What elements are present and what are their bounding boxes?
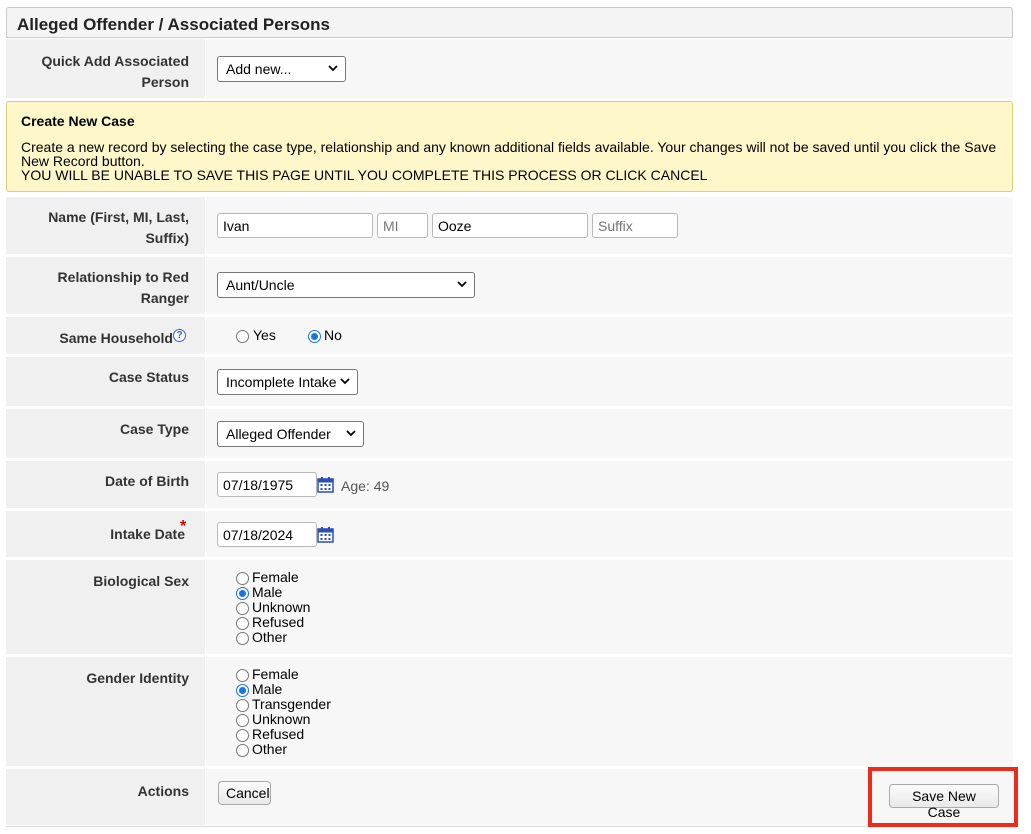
bottom-divider [6, 826, 1013, 827]
row-household: Same Household ? Yes No [6, 317, 1013, 355]
intake-date-input[interactable] [217, 522, 317, 547]
gender-option-label: Male [252, 681, 283, 697]
name-label: Name (First, MI, Last, Suffix) [48, 209, 189, 246]
required-marker: * [180, 518, 187, 535]
intake-label: Intake Date [110, 526, 185, 542]
question-circle-icon[interactable]: ? [173, 329, 186, 342]
gender-option-label: Refused [252, 726, 305, 742]
create-case-alert: Create New Case Create a new record by s… [6, 101, 1013, 192]
chevron-down-icon [346, 430, 356, 437]
row-case-status: Case Status Incomplete Intake [6, 357, 1013, 407]
chevron-down-icon [340, 378, 350, 385]
chevron-down-icon [328, 65, 338, 72]
row-name: Name (First, MI, Last, Suffix) [6, 197, 1013, 255]
row-actions: Actions Cancel Save New Case [6, 769, 1013, 826]
suffix-input[interactable] [592, 213, 678, 238]
row-case-type: Case Type Alleged Offender [6, 409, 1013, 459]
gender-option-label: Other [252, 741, 288, 757]
household-yes-label: Yes [253, 327, 276, 343]
panel-title: Alleged Offender / Associated Persons [17, 15, 331, 34]
gender-option-label: Female [252, 666, 299, 682]
highlight-box [868, 767, 1018, 827]
calendar-icon[interactable] [317, 476, 334, 493]
relationship-select[interactable]: Aunt/Uncle [217, 272, 475, 298]
first-name-input[interactable] [217, 213, 373, 238]
case-status-label: Case Status [108, 369, 189, 385]
gender-refused-radio[interactable] [236, 729, 249, 742]
bio-sex-refused-radio[interactable] [236, 617, 249, 630]
bio-sex-option-label: Female [252, 569, 299, 585]
calendar-icon[interactable] [317, 526, 334, 543]
quick-add-select[interactable]: Add new... [217, 56, 346, 82]
bio-sex-option-label: Male [252, 584, 283, 600]
case-status-select[interactable]: Incomplete Intake [217, 369, 358, 395]
bio-sex-unknown-radio[interactable] [236, 602, 249, 615]
alert-message: Create a new record by selecting the cas… [21, 139, 997, 169]
row-relationship: Relationship to Red Ranger Aunt/Uncle [6, 257, 1013, 315]
gender-unknown-radio[interactable] [236, 714, 249, 727]
gender-label: Gender Identity [86, 670, 189, 686]
gender-option-label: Transgender [252, 696, 331, 712]
middle-initial-input[interactable] [377, 213, 428, 238]
bio-sex-option-label: Unknown [252, 599, 311, 615]
alert-warning: YOU WILL BE UNABLE TO SAVE THIS PAGE UNT… [21, 167, 708, 183]
relationship-label: Relationship to Red Ranger [57, 269, 189, 306]
gender-male-radio[interactable] [236, 684, 249, 697]
gender-other-radio[interactable] [236, 744, 249, 757]
dob-input[interactable] [217, 472, 317, 497]
dob-label: Date of Birth [105, 473, 189, 489]
bio-sex-option-label: Refused [252, 614, 305, 630]
row-intake: Intake Date * [6, 511, 1013, 558]
cancel-button[interactable]: Cancel [218, 781, 271, 805]
alert-title: Create New Case [21, 113, 135, 129]
household-no-radio[interactable] [308, 330, 321, 343]
household-label: Same Household [59, 330, 173, 346]
bio-sex-other-radio[interactable] [236, 632, 249, 645]
bio-sex-male-radio[interactable] [236, 587, 249, 600]
gender-transgender-radio[interactable] [236, 699, 249, 712]
panel-header: Alleged Offender / Associated Persons [6, 7, 1013, 38]
row-gender-identity: Gender Identity Female Male Transgender … [6, 657, 1013, 767]
bio-sex-label: Biological Sex [93, 573, 189, 589]
row-dob: Date of Birth Age: 49 [6, 461, 1013, 509]
case-type-select[interactable]: Alleged Offender [217, 421, 364, 447]
household-no-label: No [324, 327, 342, 343]
household-yes-radio[interactable] [236, 330, 249, 343]
gender-female-radio[interactable] [236, 669, 249, 682]
chevron-down-icon [457, 281, 467, 288]
bio-sex-female-radio[interactable] [236, 572, 249, 585]
actions-label: Actions [137, 783, 189, 799]
row-quick-add: Quick Add Associated Person Add new... [6, 39, 1013, 99]
quick-add-label: Quick Add Associated Person [41, 53, 189, 90]
row-biological-sex: Biological Sex Female Male Unknown Refus… [6, 560, 1013, 655]
gender-option-label: Unknown [252, 711, 311, 727]
last-name-input[interactable] [432, 213, 588, 238]
bio-sex-option-label: Other [252, 629, 288, 645]
age-text: Age: 49 [341, 478, 390, 494]
case-type-label: Case Type [120, 421, 189, 437]
